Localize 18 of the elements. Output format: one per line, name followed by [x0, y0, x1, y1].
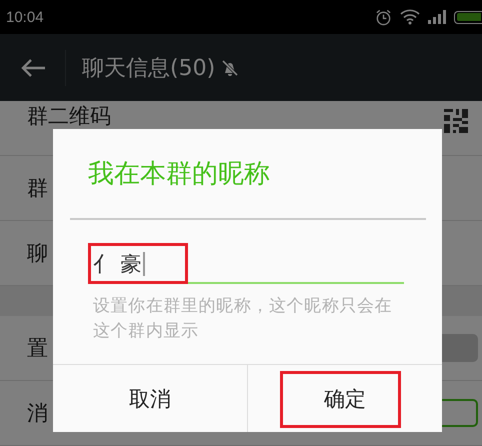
- hint-text: 设置你在群里的昵称，这个昵称只会在这个群内显示: [93, 295, 394, 343]
- setting-label: 消: [27, 400, 48, 427]
- qr-code-icon: [444, 109, 468, 133]
- toolbar-title: 聊天信息(50): [82, 54, 216, 82]
- status-time: 10:04: [6, 8, 44, 26]
- back-arrow-icon[interactable]: [20, 58, 46, 78]
- setting-label: 置: [27, 335, 48, 362]
- wifi-icon: [400, 9, 420, 25]
- dialog-title: 我在本群的昵称: [87, 158, 271, 191]
- cancel-button[interactable]: 取消: [53, 365, 247, 432]
- setting-label: 聊: [27, 240, 48, 267]
- battery-icon: [454, 10, 482, 24]
- signal-icon: [428, 10, 446, 24]
- setting-label: 群: [27, 175, 48, 202]
- alarm-icon: [375, 8, 392, 26]
- nickname-input[interactable]: 亻 豪: [93, 245, 404, 284]
- confirm-button[interactable]: 确定: [247, 365, 442, 432]
- setting-label: 群二维码: [27, 105, 111, 127]
